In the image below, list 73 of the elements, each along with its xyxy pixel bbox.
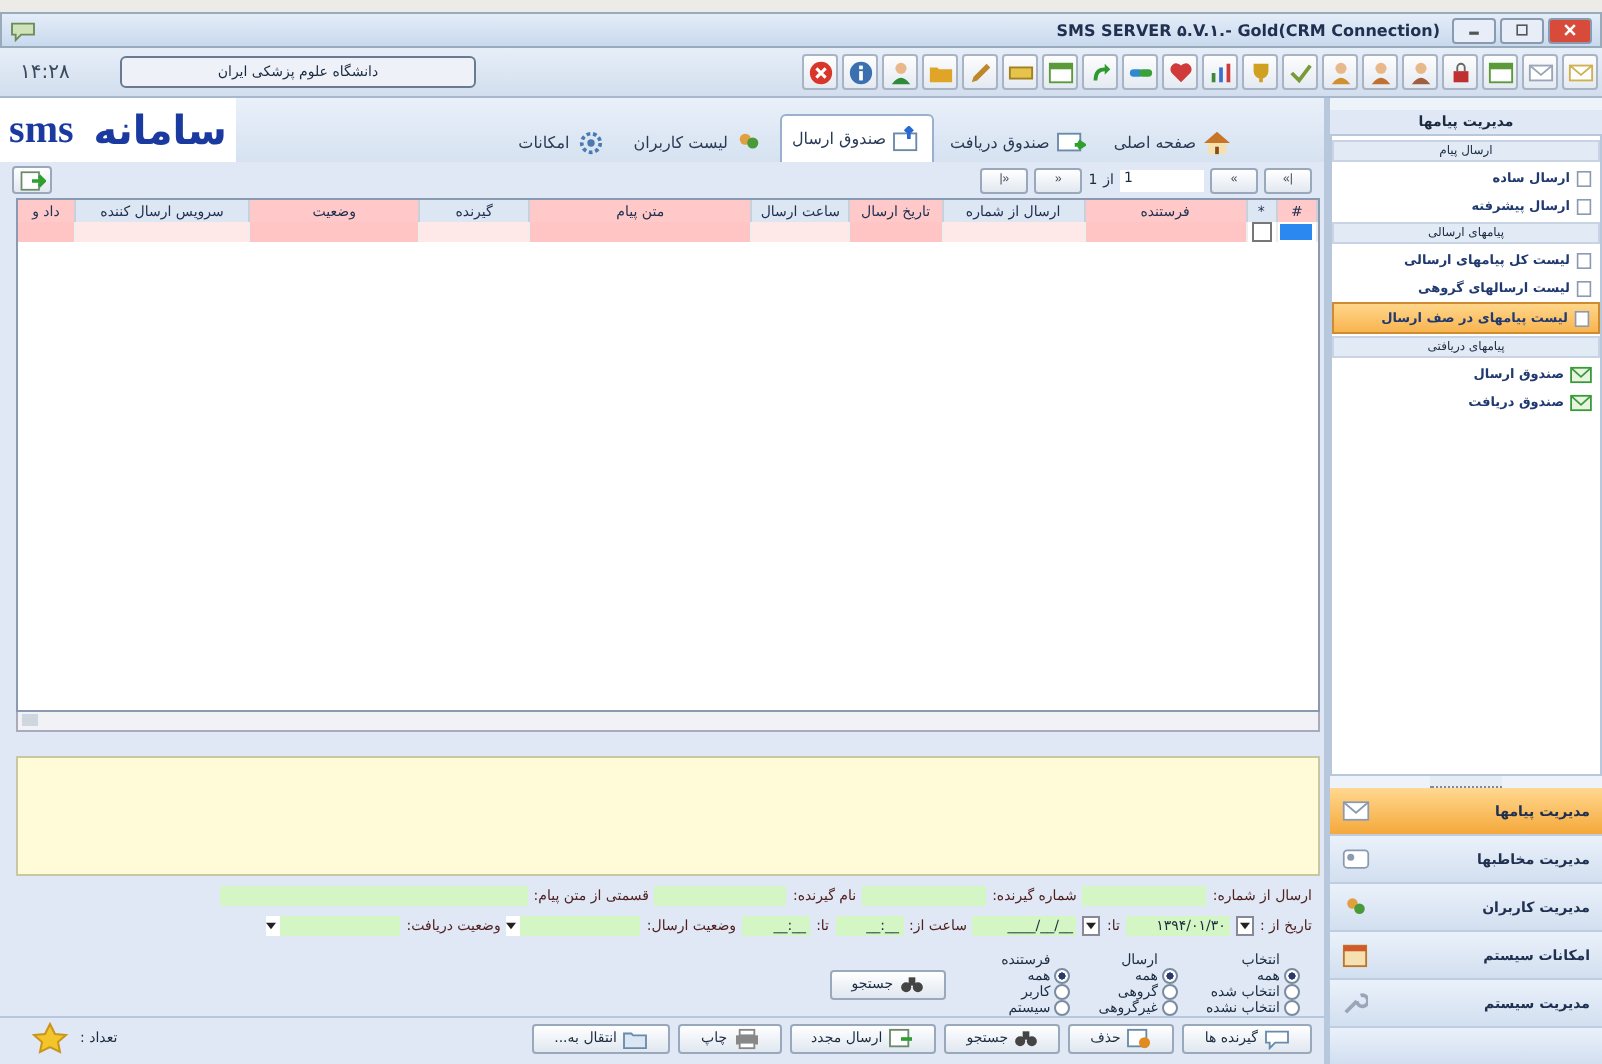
window-icon	[1487, 59, 1513, 85]
toolbar-button[interactable]	[1082, 54, 1118, 90]
row-selector[interactable]	[1280, 224, 1313, 240]
input-field[interactable]	[862, 885, 987, 905]
toolbar-button[interactable]	[1442, 54, 1478, 90]
splitter-handle[interactable]	[1430, 776, 1502, 788]
maximize-icon	[1512, 22, 1532, 38]
chat-bubble-icon	[10, 19, 36, 41]
row-checkbox[interactable]	[1251, 222, 1272, 242]
toolbar-button[interactable]	[1042, 54, 1078, 90]
person-icon	[887, 59, 913, 85]
window-title: SMS SERVER ۵.V.۱.- Gold(CRM Connection)	[1056, 21, 1440, 39]
gear-icon	[575, 130, 606, 156]
heart-icon	[1167, 59, 1193, 85]
toolbar-button[interactable]	[1322, 54, 1358, 90]
toolbar-button[interactable]	[842, 54, 878, 90]
printer-icon	[733, 1027, 760, 1049]
toolbar-button[interactable]	[1522, 54, 1558, 90]
binoculars-icon	[899, 974, 924, 994]
toolbar-button[interactable]	[1162, 54, 1198, 90]
minimize-button[interactable]	[1452, 17, 1496, 43]
tab[interactable]: صندوق دریافت	[938, 122, 1098, 162]
calendar-icon	[1342, 942, 1368, 968]
toolbar-button[interactable]	[1122, 54, 1158, 90]
horizontal-scrollbar[interactable]	[16, 712, 1320, 732]
star-icon	[28, 1022, 72, 1054]
table-row[interactable]	[18, 222, 1317, 242]
toolbar-button[interactable]	[802, 54, 838, 90]
toolbar-button[interactable]	[1402, 54, 1438, 90]
house-icon	[1202, 130, 1232, 156]
tab[interactable]: صندوق ارسال	[779, 114, 935, 162]
address-card-icon	[1342, 848, 1370, 870]
dropdown-arrow-button[interactable]	[1235, 915, 1254, 935]
window-icon	[1047, 59, 1073, 85]
input-field[interactable]	[654, 885, 787, 905]
toolbar-button[interactable]	[1362, 54, 1398, 90]
close-icon	[807, 59, 833, 85]
document-icon	[888, 1027, 915, 1049]
people-icon	[1342, 894, 1370, 920]
folder-icon	[622, 1027, 649, 1049]
wrench-icon	[1342, 990, 1368, 1016]
person-icon	[1327, 59, 1353, 85]
dropdown-arrow-button[interactable]	[1082, 915, 1101, 935]
caret-icon	[1239, 921, 1250, 929]
binoculars-icon	[1014, 1028, 1039, 1048]
speech-bubble-icon	[1264, 1027, 1290, 1049]
document-icon	[18, 169, 46, 191]
caret-icon	[506, 921, 517, 929]
clock: ۱۴:۲۸	[20, 61, 72, 83]
tab[interactable]: صفحه اصلی	[1101, 122, 1244, 162]
caret-icon	[1086, 921, 1097, 929]
person-icon	[1407, 59, 1433, 85]
toolbar-button[interactable]	[1282, 54, 1318, 90]
toolbar-button[interactable]	[1482, 54, 1518, 90]
info-icon	[847, 59, 873, 85]
checkmark-icon	[1287, 59, 1313, 85]
pencil-icon	[967, 59, 993, 85]
close-icon	[1560, 22, 1580, 38]
caret-icon	[266, 921, 277, 929]
input-field[interactable]	[1082, 885, 1207, 905]
toolbar-button[interactable]	[882, 54, 918, 90]
bar-chart-icon	[1207, 59, 1233, 85]
tab[interactable]: لیست کاربران	[621, 122, 776, 162]
export-button[interactable]	[12, 166, 52, 194]
person-icon	[1367, 59, 1393, 85]
tab[interactable]: امکانات	[506, 122, 618, 162]
close-button[interactable]	[1548, 17, 1592, 43]
toolbar-button[interactable]	[1002, 54, 1038, 90]
toolbar-button[interactable]	[1202, 54, 1238, 90]
maximize-button[interactable]	[1500, 17, 1544, 43]
input-field[interactable]	[219, 885, 528, 905]
toolbar-button[interactable]	[962, 54, 998, 90]
toolbar-button[interactable]	[1242, 54, 1278, 90]
